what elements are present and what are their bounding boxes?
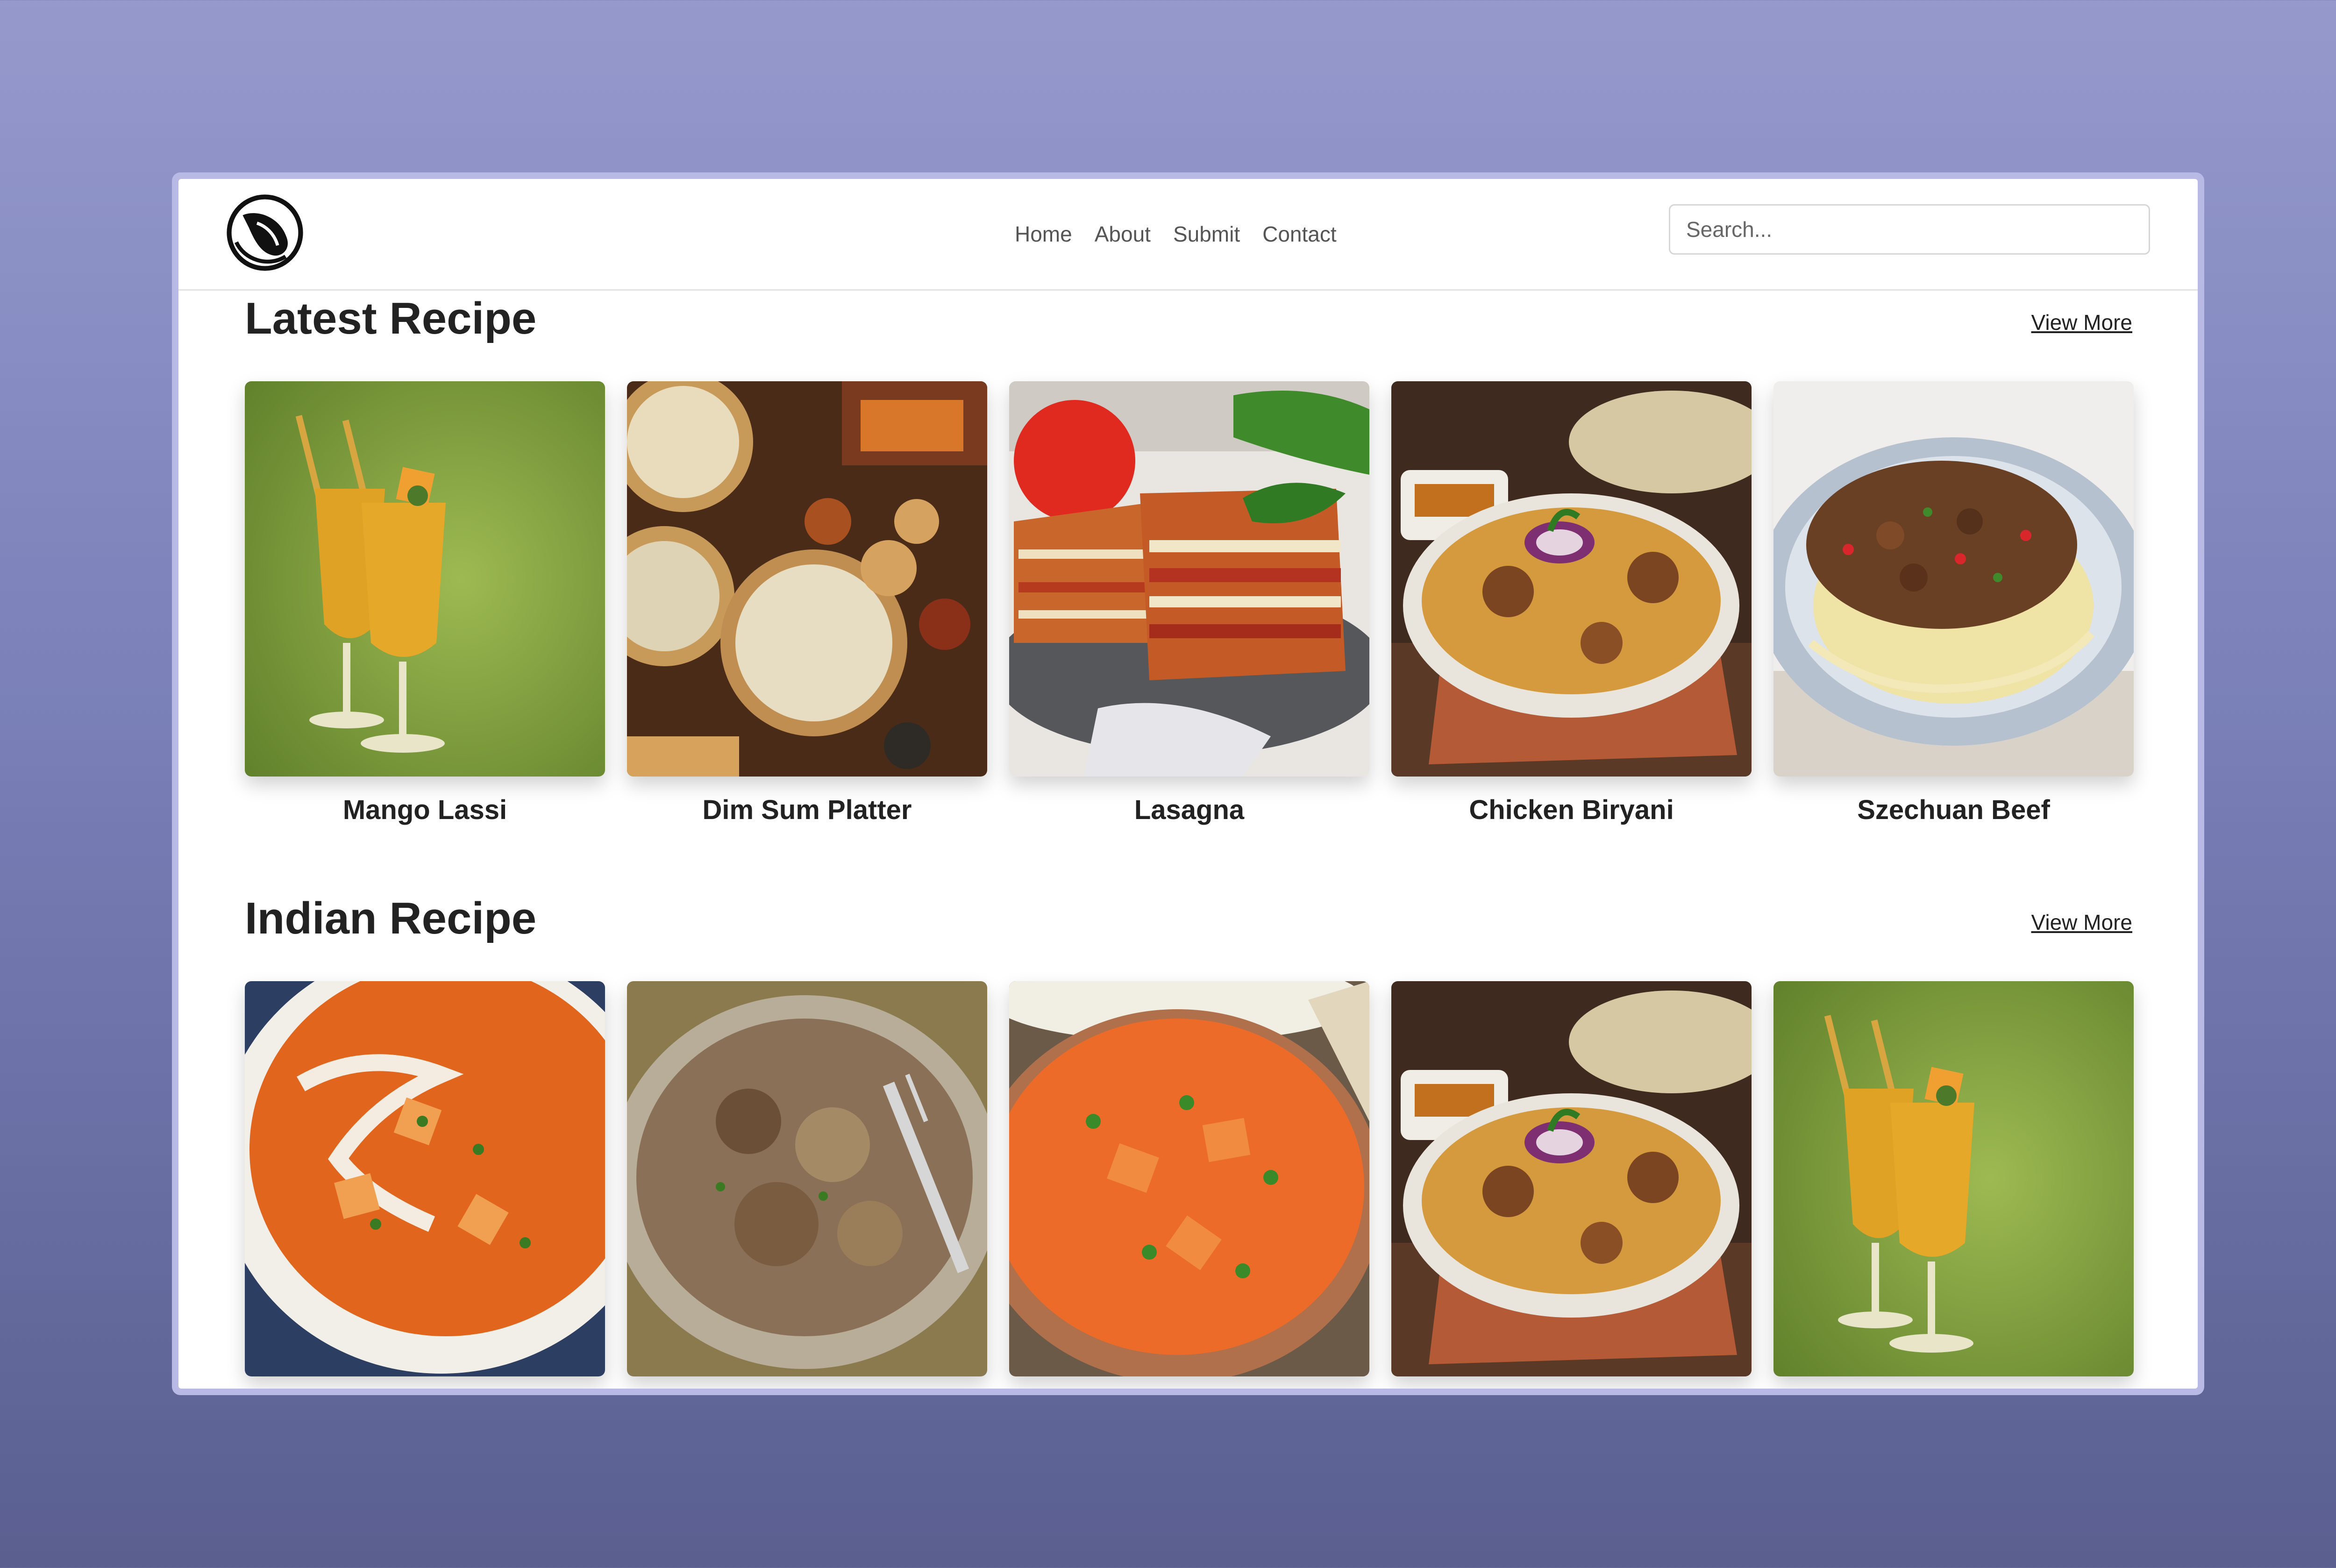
nav-about[interactable]: About [1095, 221, 1151, 247]
recipe-title: Dim Sum Platter [702, 795, 912, 825]
recipe-title: Lasagna [1134, 795, 1245, 825]
recipe-card[interactable] [627, 981, 987, 1376]
site-logo[interactable] [225, 193, 305, 272]
recipe-page: Home About Submit Contact Latest Recipe … [178, 179, 2198, 1389]
recipe-card[interactable] [1391, 981, 1752, 1376]
recipe-image [1009, 381, 1369, 777]
recipe-image [1009, 981, 1369, 1376]
recipe-image [1773, 981, 2134, 1376]
recipe-image [1391, 381, 1752, 777]
recipe-image [245, 381, 605, 777]
nav-home[interactable]: Home [1015, 221, 1072, 247]
section-title: Latest Recipe [245, 293, 537, 343]
recipe-title: Szechuan Beef [1857, 795, 2050, 825]
recipe-card[interactable] [1009, 981, 1369, 1376]
navbar: Home About Submit Contact [178, 179, 2198, 291]
recipe-card[interactable] [245, 981, 605, 1376]
recipe-title: Mango Lassi [342, 795, 507, 825]
recipe-image [627, 381, 987, 777]
recipe-grid: Mango Lassi Dim Sum Platter Lasagna Chic… [245, 381, 2134, 826]
latest-recipe-section: Latest Recipe View More Mango Lassi Dim … [245, 293, 2134, 825]
recipe-card[interactable]: Dim Sum Platter [627, 381, 987, 826]
recipe-image [1773, 381, 2134, 777]
view-more-link[interactable]: View More [2031, 310, 2132, 335]
browser-window: Home About Submit Contact Latest Recipe … [172, 172, 2204, 1395]
indian-recipe-section: Indian Recipe View More [245, 893, 2134, 1389]
recipe-card[interactable]: Chicken Biryani [1391, 381, 1752, 826]
recipe-image [245, 981, 605, 1376]
recipe-image [1391, 981, 1752, 1376]
nav-contact[interactable]: Contact [1262, 221, 1337, 247]
recipe-title: Chicken Biryani [1469, 795, 1674, 825]
search-input[interactable] [1669, 204, 2150, 255]
recipe-card[interactable] [1773, 981, 2134, 1376]
main-nav: Home About Submit Contact [1015, 179, 1337, 289]
section-title: Indian Recipe [245, 893, 537, 943]
recipe-image [627, 981, 987, 1376]
recipe-grid [245, 981, 2134, 1376]
nav-submit[interactable]: Submit [1173, 221, 1240, 247]
recipe-card[interactable]: Lasagna [1009, 381, 1369, 826]
view-more-link[interactable]: View More [2031, 910, 2132, 935]
recipe-card[interactable]: Mango Lassi [245, 381, 605, 826]
recipe-card[interactable]: Szechuan Beef [1773, 381, 2134, 826]
